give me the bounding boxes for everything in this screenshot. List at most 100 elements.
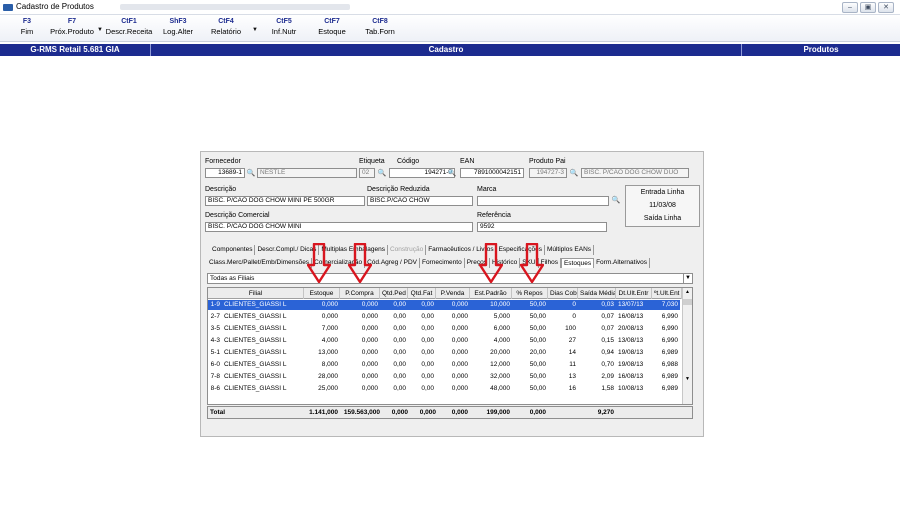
tab-fornecimento[interactable]: Fornecimento [420, 258, 465, 268]
tab-class-merc[interactable]: Class.Merc/Pallet/Emb/Dimensões [207, 258, 313, 268]
toolbar-button-descr-receita[interactable]: CtF1 Descr.Receita [104, 18, 154, 36]
binoculars-search-icon[interactable] [447, 168, 457, 177]
minimize-button[interactable]: – [842, 2, 858, 13]
cell-dt-ult-entr: 13/08/13 [618, 337, 644, 344]
chevron-down-icon[interactable]: ▼ [683, 274, 692, 283]
chevron-down-icon[interactable]: ▼ [252, 27, 258, 33]
binoculars-search-icon[interactable] [377, 168, 387, 177]
column-header-dias-cob[interactable]: Dias Cob [548, 288, 578, 299]
descricao-reduzida-field[interactable]: BISC.P/CAO CHOW [367, 196, 473, 206]
cell-est-padrao: 12,000 [490, 361, 510, 368]
cell-estoque: 28,000 [318, 373, 338, 380]
cell-dt-ult-entr: 20/08/13 [618, 325, 644, 332]
cell-p-compra: 0,000 [361, 325, 378, 332]
scroll-up-icon[interactable]: ▲ [683, 289, 692, 295]
tab-cod-agreg[interactable]: Cód.Agreg / PDV [365, 258, 420, 268]
stock-table: Filial Estoque P.Compra Qtd.Ped Qtd.Fat … [207, 287, 693, 405]
fornecedor-code-field[interactable]: 13689-1 [205, 168, 245, 178]
tab-form-alternativos[interactable]: Form.Alternativos [594, 258, 651, 268]
column-header-p-compra[interactable]: P.Compra [340, 288, 380, 299]
column-header-estoque[interactable]: Estoque [304, 288, 340, 299]
table-row[interactable]: 3-5 CLIENTES_GIASSI L 7,000 0,000 0,00 0,00 0,… [208, 324, 680, 334]
toolbar-button-fim[interactable]: F3 Fim [12, 18, 42, 36]
button-label: Próx.Produto [50, 27, 94, 36]
cell-dt-ult-entr: 19/08/13 [618, 349, 644, 356]
cell-dias-cob: 14 [568, 349, 576, 356]
entrada-linha-label: Entrada Linha [640, 189, 685, 196]
toolbar-button-relatorio[interactable]: CtF4 Relatório [208, 18, 244, 36]
produto-pai-code-field[interactable]: 194727-3 [529, 168, 567, 178]
blurred-titlebar-text [120, 4, 350, 10]
shortcut-key: CtF5 [276, 18, 292, 25]
descricao-field[interactable]: BISC. P/CAO DOG CHOW MINI PE 500GR [205, 196, 365, 206]
descricao-comercial-label: Descrição Comercial [205, 212, 270, 219]
cell-filial-code: 3-5 [210, 325, 220, 332]
cell-est-padrao: 6,000 [493, 325, 510, 332]
scroll-down-icon[interactable]: ▼ [683, 376, 692, 382]
module-title: Produtos [803, 45, 839, 54]
table-row[interactable]: 7-8 CLIENTES_GIASSI L 28,000 0,000 0,00 0,00 0… [208, 372, 680, 382]
table-row[interactable]: 2-7 CLIENTES_GIASSI L 0,000 0,000 0,00 0,00 0,… [208, 312, 680, 322]
marca-field[interactable] [477, 196, 609, 206]
table-row[interactable]: 5-1 CLIENTES_GIASSI L 13,000 0,000 0,00 0,00 0… [208, 348, 680, 358]
cell-vl-ult-ent: 6,989 [661, 349, 678, 356]
cell-p-compra: 0,000 [361, 313, 378, 320]
tab-estoques[interactable]: Estoques [560, 258, 595, 268]
table-scrollbar[interactable]: ▲ ▼ [682, 288, 692, 404]
cell-filial-name: CLIENTES_GIASSI L [224, 385, 287, 392]
table-row[interactable]: 1-9 CLIENTES_GIASSI L 0,000 0,000 0,00 0,00 0,… [208, 300, 680, 310]
table-row[interactable]: 4-3 CLIENTES_GIASSI L 4,000 0,000 0,00 0,00 0,… [208, 336, 680, 346]
toolbar-button-inf-nutr[interactable]: CtF5 Inf.Nutr [266, 18, 302, 36]
tab-multiplos-eans[interactable]: Múltiplos EANs [545, 245, 595, 255]
column-header-vl-ult-ent[interactable]: ºt.Ult.Ent [652, 288, 682, 299]
binoculars-search-icon[interactable] [246, 168, 256, 177]
cell-dias-cob: 11 [569, 361, 576, 368]
tab-componentes[interactable]: Componentes [210, 245, 256, 255]
column-header-saida-media[interactable]: Saída Média [578, 288, 616, 299]
toolbar-button-log-alter[interactable]: ShF3 Log.Alter [160, 18, 196, 36]
cell-qtd-ped: 0,00 [393, 349, 406, 356]
saida-linha-label: Saída Linha [643, 215, 682, 222]
scroll-thumb[interactable] [683, 299, 692, 305]
toolbar-button-estoque[interactable]: CtF7 Estoque [314, 18, 350, 36]
table-row[interactable]: 6-0 CLIENTES_GIASSI L 8,000 0,000 0,00 0,00 0,… [208, 360, 680, 370]
etiqueta-field[interactable]: 02 [359, 168, 375, 178]
tab-construcao[interactable]: Construção [388, 245, 427, 255]
close-button[interactable]: ✕ [878, 2, 894, 13]
column-header-qtd-fat[interactable]: Qtd.Fat [408, 288, 436, 299]
cell-dias-cob: 13 [568, 373, 576, 380]
ean-field[interactable]: 7891000042151 [460, 168, 524, 178]
cell-estoque: 25,000 [318, 385, 338, 392]
descricao-comercial-field[interactable]: BISC. P/CAO DOG CHOW MINI [205, 222, 473, 232]
column-header-p-venda[interactable]: P.Venda [436, 288, 470, 299]
referencia-field[interactable]: 9592 [477, 222, 607, 232]
cell-dt-ult-entr: 13/07/13 [618, 301, 644, 308]
binoculars-search-icon[interactable] [569, 168, 579, 177]
column-header-filial[interactable]: Filial [208, 288, 304, 299]
column-header-qtd-ped[interactable]: Qtd.Ped [380, 288, 408, 299]
cell-filial-name: CLIENTES_GIASSI L [224, 337, 287, 344]
cell-qtd-fat: 0,00 [421, 349, 434, 356]
table-row[interactable]: 8-6 CLIENTES_GIASSI L 25,000 0,000 0,00 0,00 0… [208, 384, 680, 394]
toolbar-button-tab-forn[interactable]: CtF8 Tab.Forn [362, 18, 398, 36]
toolbar-button-proximo-produto[interactable]: F7 Próx.Produto [47, 18, 97, 36]
column-header-dt-ult-entr[interactable]: Dt.Ult.Entr [616, 288, 652, 299]
red-annotation-arrow-repos [520, 243, 544, 283]
cell-filial-code: 1-9 [210, 301, 220, 308]
chevron-down-icon[interactable]: ▼ [97, 27, 103, 33]
restore-button[interactable]: ▣ [860, 2, 876, 13]
cell-est-padrao: 20,000 [490, 349, 510, 356]
column-header-repos[interactable]: % Repos [512, 288, 548, 299]
product-line-dates: Entrada Linha 11/03/08 Saída Linha [625, 185, 700, 227]
filial-filter-select[interactable]: Todas as Filiais ▼ [207, 273, 693, 284]
column-header-est-padrao[interactable]: Est.Padrão [470, 288, 512, 299]
cell-filial-code: 5-1 [210, 349, 220, 356]
binoculars-search-icon[interactable] [611, 195, 621, 204]
total-p-venda: 0,000 [451, 409, 468, 416]
codigo-field[interactable]: 194271-9 [389, 168, 455, 178]
descricao-label: Descrição [205, 186, 237, 193]
cell-dias-cob: 16 [568, 385, 576, 392]
button-label: Tab.Forn [365, 27, 395, 36]
cell-p-venda: 0,000 [451, 301, 468, 308]
total-saida-media: 9,270 [597, 409, 614, 416]
